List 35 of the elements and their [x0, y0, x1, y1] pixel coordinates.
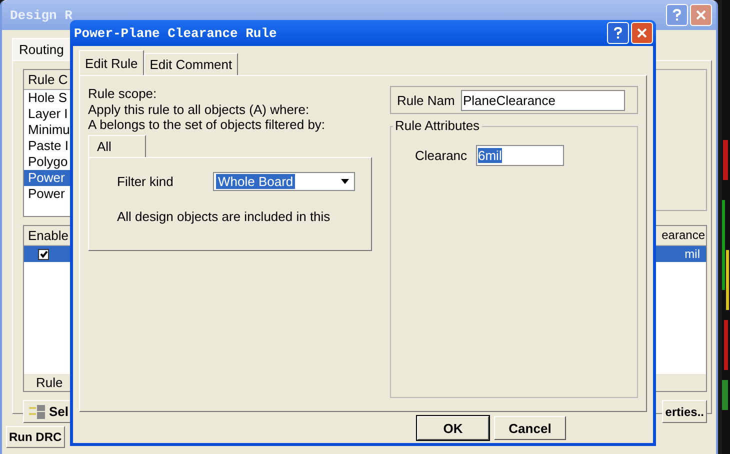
dialog-button[interactable]: OK [417, 416, 489, 440]
rule-name-label: Rule Nam [397, 92, 456, 108]
checkbox[interactable] [38, 248, 49, 260]
filter-kind-label: Filter kind [117, 174, 174, 188]
clearance-label: Clearanc [415, 148, 468, 163]
rule-name-field[interactable]: PlaneClearance [461, 90, 625, 110]
table-cell-text: mil [684, 247, 701, 261]
column-header: earance [660, 227, 706, 244]
group-title: Rule Attributes [393, 118, 482, 133]
close-icon [637, 28, 647, 38]
dialog-button[interactable]: Cancel [494, 416, 566, 440]
tab[interactable]: Edit Comment [144, 53, 238, 75]
tab[interactable]: Edit Rule [79, 50, 144, 75]
clearance-field[interactable]: 6mil [476, 145, 564, 166]
dialog-title: Power-Plane Clearance Rule [74, 26, 277, 40]
help-button[interactable] [666, 4, 688, 26]
filter-tab[interactable]: All [88, 134, 146, 156]
help-button[interactable] [607, 22, 629, 44]
filter-description: All design objects are included in this [117, 208, 332, 224]
window-title: Design R [10, 8, 72, 22]
scope-text: A belongs to the set of objects filtered by: [88, 117, 326, 132]
column-footer: Rule [36, 375, 63, 390]
properties-button[interactable]: erties.. [662, 400, 707, 423]
scope-text: Apply this rule to all objects (A) where: [88, 102, 310, 117]
column-header: Enable [27, 227, 70, 245]
filter-kind-dropdown[interactable]: Whole Board [213, 172, 355, 190]
close-icon [696, 10, 706, 20]
close-button[interactable] [690, 4, 712, 26]
tab[interactable]: Routing [12, 38, 71, 60]
question-icon [672, 9, 682, 21]
run-drc-button[interactable]: Run DRC [6, 426, 65, 448]
close-button[interactable] [631, 22, 653, 44]
question-icon [613, 27, 623, 39]
list-icon [29, 404, 45, 418]
caret-icon [341, 178, 349, 184]
